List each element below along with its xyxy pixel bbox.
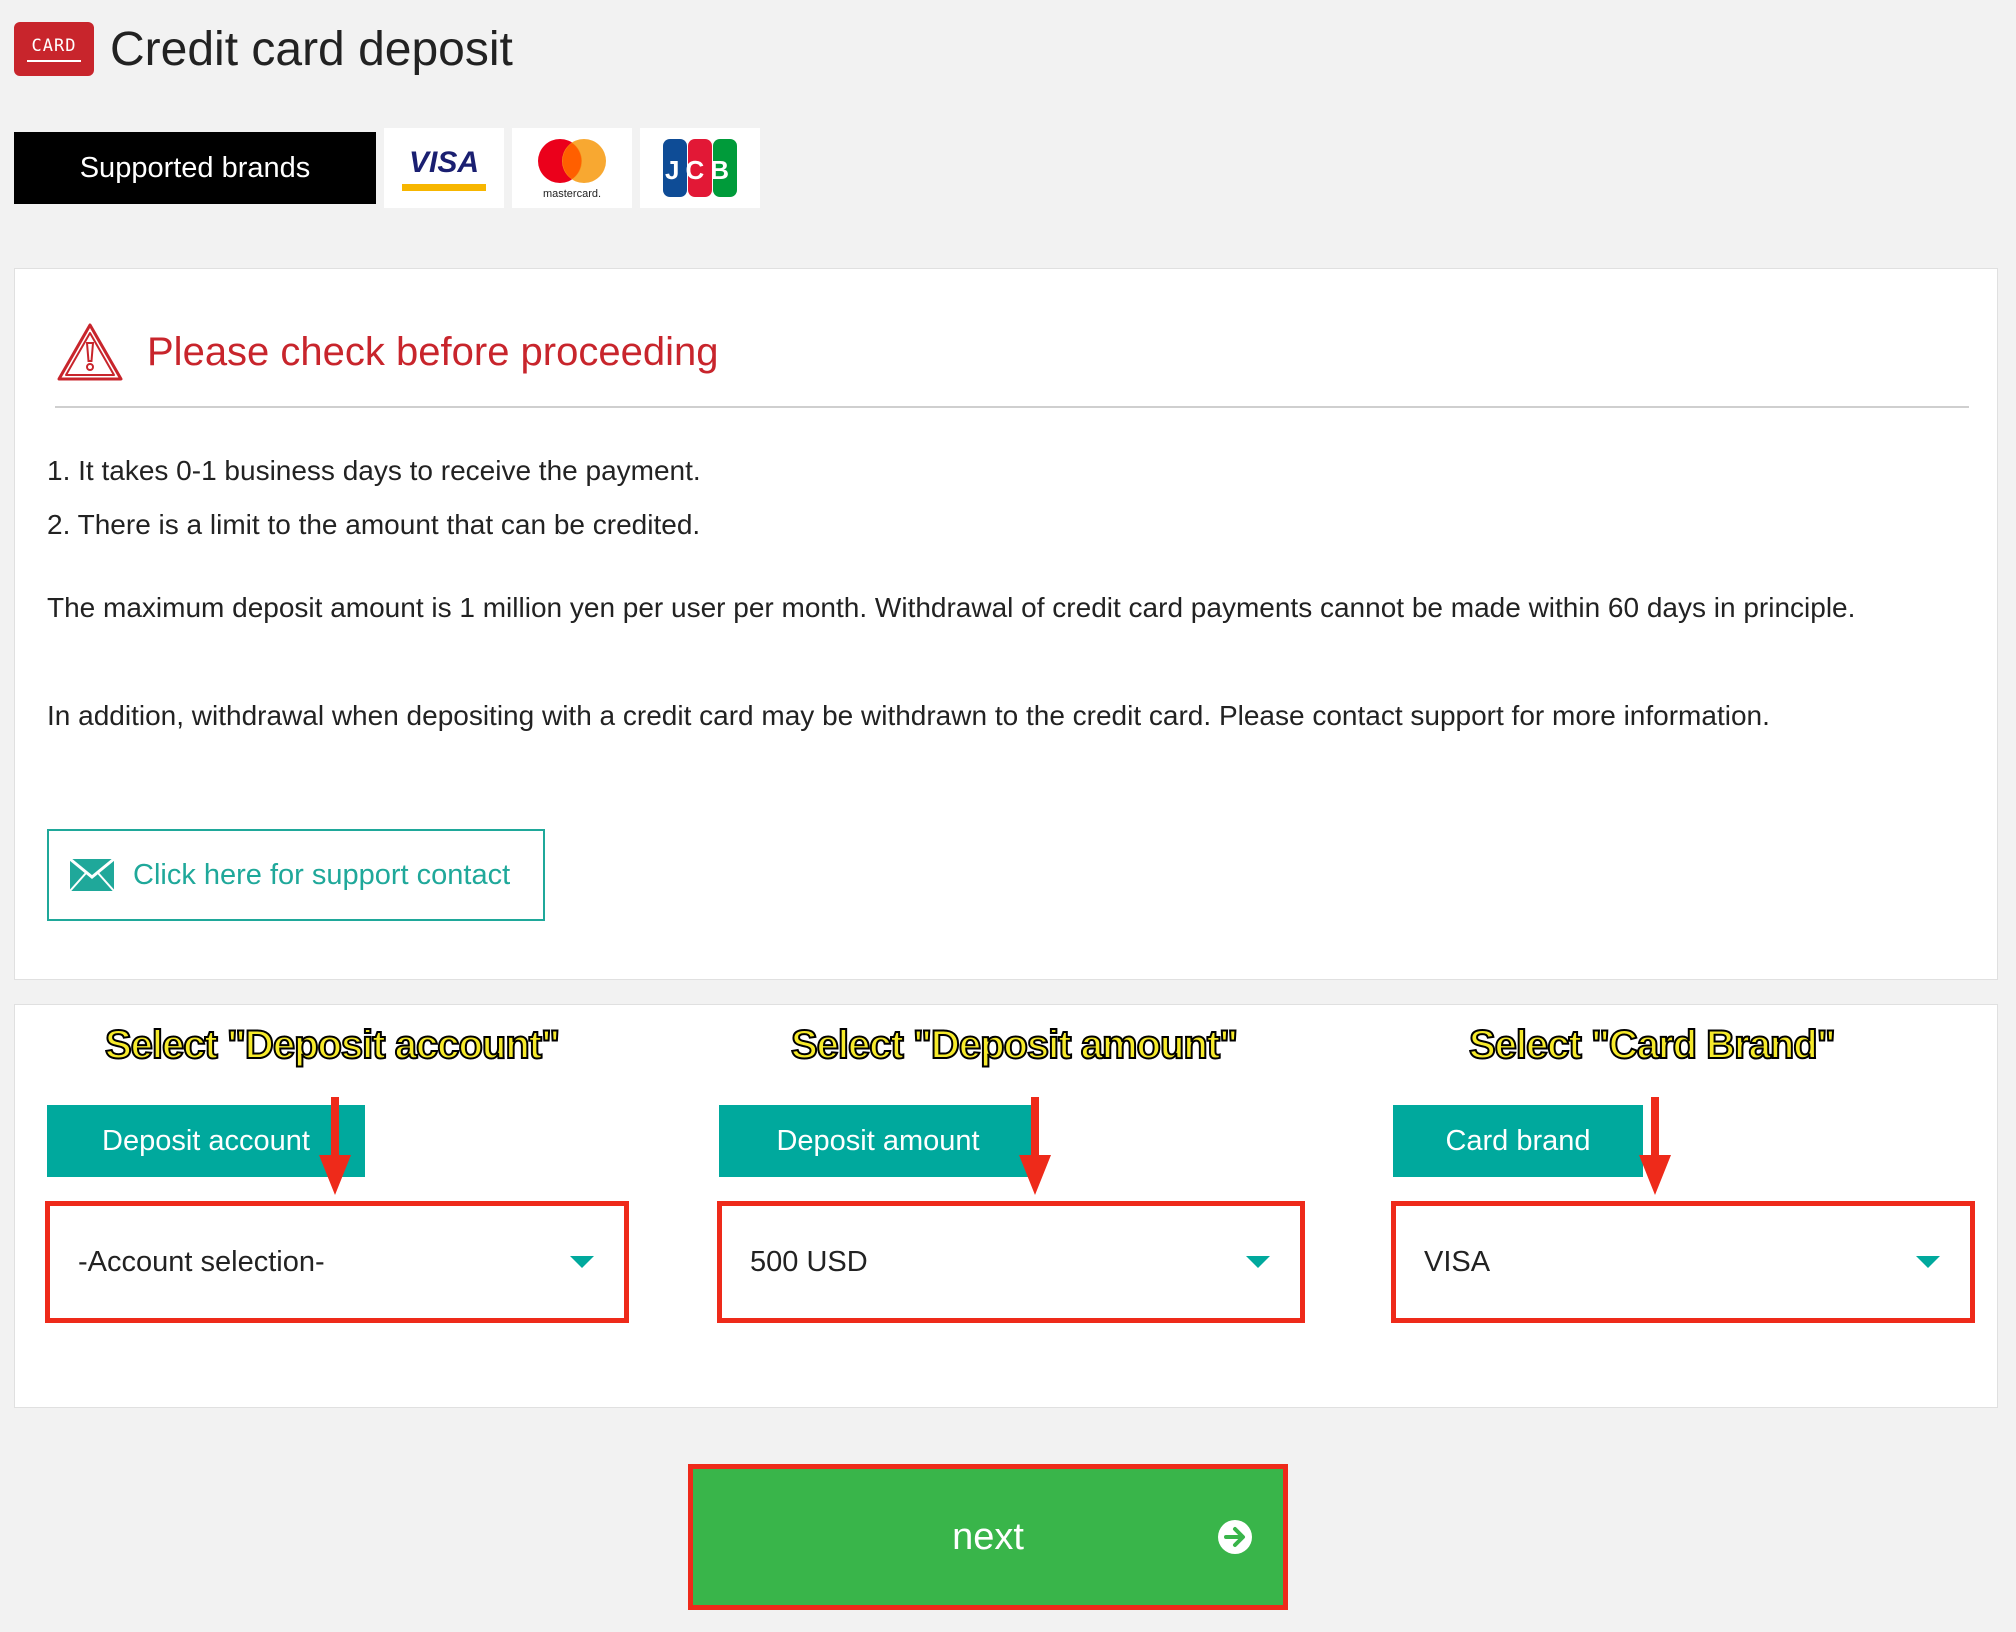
visa-logo-text: VISA	[409, 146, 479, 179]
support-contact-button[interactable]: Click here for support contact	[47, 829, 545, 921]
envelope-icon	[69, 858, 115, 892]
arrow-down-icon	[319, 1097, 351, 1195]
supported-brands-row: Supported brands VISA mastercard. JCB	[14, 128, 760, 208]
page: CARD Credit card deposit Supported brand…	[0, 0, 2016, 1632]
deposit-amount-label: Deposit amount	[719, 1105, 1037, 1177]
annotation-deposit-amount: Select "Deposit amount"	[790, 1022, 1239, 1068]
notice-paragraph-limit: The maximum deposit amount is 1 million …	[47, 592, 1856, 623]
deposit-form-panel: Select "Deposit account" Deposit account…	[14, 1004, 1998, 1408]
annotation-deposit-account: Select "Deposit account"	[104, 1022, 561, 1068]
card-brand-label: Card brand	[1393, 1105, 1643, 1177]
notice-item: 2. There is a limit to the amount that c…	[47, 509, 701, 540]
card-brand-select[interactable]: VISA	[1391, 1201, 1975, 1323]
page-title: Credit card deposit	[110, 22, 513, 76]
jcb-logo: JCB	[640, 128, 760, 208]
notice-panel: Please check before proceeding 1. It tak…	[14, 268, 1998, 980]
card-brand-value: VISA	[1424, 1245, 1491, 1278]
warning-icon	[57, 323, 123, 381]
supported-brands-label: Supported brands	[14, 132, 376, 204]
deposit-amount-value: 500 USD	[750, 1245, 868, 1278]
deposit-account-value: -Account selection-	[78, 1245, 325, 1278]
annotation-card-brand: Select "Card Brand"	[1468, 1022, 1837, 1068]
arrow-down-icon	[1019, 1097, 1051, 1195]
chevron-down-icon	[570, 1256, 594, 1268]
next-button-label: next	[952, 1515, 1024, 1558]
notice-title: Please check before proceeding	[147, 329, 719, 374]
card-icon: CARD	[14, 22, 94, 76]
notice-divider	[55, 406, 1969, 408]
notice-header: Please check before proceeding	[55, 321, 718, 383]
arrow-right-circle-icon	[1218, 1520, 1252, 1554]
support-contact-label: Click here for support contact	[133, 858, 511, 891]
chevron-down-icon	[1916, 1256, 1940, 1268]
card-badge-text: CARD	[31, 36, 77, 56]
notice-paragraph-withdrawal: In addition, withdrawal when depositing …	[47, 700, 1770, 731]
deposit-amount-select[interactable]: 500 USD	[717, 1201, 1305, 1323]
mastercard-logo-text: mastercard.	[543, 188, 601, 200]
chevron-down-icon	[1246, 1256, 1270, 1268]
page-header: CARD Credit card deposit	[14, 18, 513, 80]
jcb-logo-text: JCB	[665, 155, 735, 185]
deposit-account-select[interactable]: -Account selection-	[45, 1201, 629, 1323]
notice-item: 1. It takes 0-1 business days to receive…	[47, 455, 701, 486]
arrow-down-icon	[1639, 1097, 1671, 1195]
next-button[interactable]: next	[688, 1464, 1288, 1610]
mastercard-logo: mastercard.	[512, 128, 632, 208]
visa-logo: VISA	[384, 128, 504, 208]
